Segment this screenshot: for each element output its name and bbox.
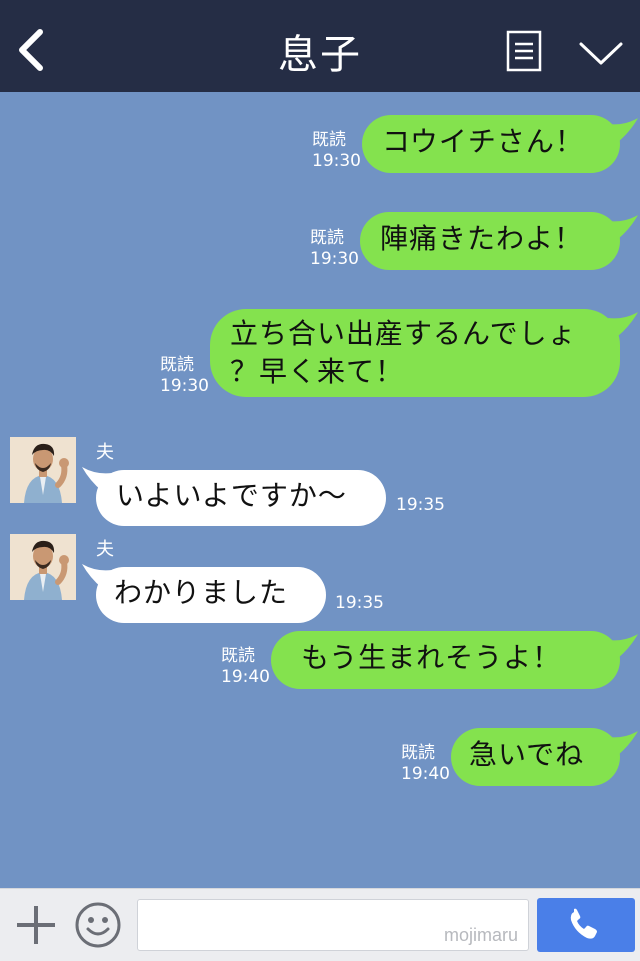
message-bubble-sent[interactable]: もう生まれそうよ！ — [271, 631, 620, 689]
message-text: コウイチさん！ — [382, 125, 584, 158]
bubble-tail — [608, 731, 638, 755]
message-time: 19:30 — [310, 249, 359, 269]
chat-header: 息子 — [0, 0, 640, 92]
watermark-text: mojimaru — [443, 925, 518, 945]
sender-name: 夫 — [96, 539, 114, 560]
message-input[interactable]: mojimaru — [137, 899, 529, 951]
avatar[interactable] — [10, 437, 76, 503]
message-bubble-sent[interactable]: 立ち合い出産するんでしょ ？早く来て！ — [210, 309, 620, 397]
chat-title: 息子 — [278, 32, 362, 78]
plus-icon — [17, 906, 55, 944]
message-meta: 既読 19:30 — [310, 228, 359, 270]
message-meta: 既読 19:30 — [312, 130, 361, 172]
message-text: いよいよですか〜 — [116, 479, 347, 512]
menu-list-icon — [506, 30, 542, 72]
menu-button[interactable] — [506, 30, 542, 72]
person-avatar-icon — [10, 437, 76, 503]
options-dropdown-button[interactable] — [578, 40, 624, 68]
message-time: 19:30 — [160, 376, 209, 396]
message-time: 19:40 — [401, 764, 450, 784]
bubble-tail — [608, 634, 638, 658]
bubble-tail — [608, 215, 638, 239]
read-receipt: 既読 — [401, 743, 435, 763]
message-bubble-sent[interactable]: 急いでね — [451, 728, 620, 786]
bubble-tail — [608, 312, 638, 336]
message-meta: 既読 19:40 — [401, 743, 450, 785]
message-time: 19:35 — [335, 593, 384, 613]
message-bubble-received[interactable]: わかりました — [96, 567, 326, 623]
person-avatar-icon — [10, 534, 76, 600]
message-time: 19:40 — [221, 667, 270, 687]
bubble-tail — [608, 118, 638, 142]
sender-name: 夫 — [96, 442, 114, 463]
message-text: わかりました — [114, 576, 289, 609]
phone-icon — [570, 908, 597, 939]
message-bubble-sent[interactable]: コウイチさん！ — [362, 115, 620, 173]
message-text: もう生まれそうよ！ — [301, 641, 562, 674]
message-meta: 既読 19:40 — [221, 646, 270, 688]
chevron-down-icon — [579, 42, 623, 65]
message-time: 19:30 — [312, 151, 361, 171]
add-button[interactable] — [14, 903, 58, 947]
message-bubble-received[interactable]: いよいよですか〜 — [96, 470, 386, 526]
emoji-icon — [75, 902, 121, 948]
message-meta: 既読 19:30 — [160, 355, 209, 397]
emoji-button[interactable] — [74, 901, 122, 949]
read-receipt: 既読 — [160, 355, 194, 375]
message-time: 19:35 — [396, 495, 445, 515]
message-text: 陣痛きたわよ！ — [380, 222, 584, 255]
message-text-line: 立ち合い出産するんでしょ — [230, 317, 577, 350]
chat-area[interactable]: 既読 19:30 コウイチさん！ 既読 19:30 陣痛きたわよ！ 既読 19:… — [0, 92, 640, 888]
input-bar: mojimaru — [0, 888, 640, 961]
message-bubble-sent[interactable]: 陣痛きたわよ！ — [360, 212, 620, 270]
avatar[interactable] — [10, 534, 76, 600]
message-text: 急いでね — [469, 738, 585, 771]
read-receipt: 既読 — [312, 130, 346, 150]
call-button[interactable] — [537, 898, 635, 952]
read-receipt: 既読 — [221, 646, 255, 666]
message-text-line: ？早く来て！ — [230, 355, 405, 388]
read-receipt: 既読 — [310, 228, 344, 248]
